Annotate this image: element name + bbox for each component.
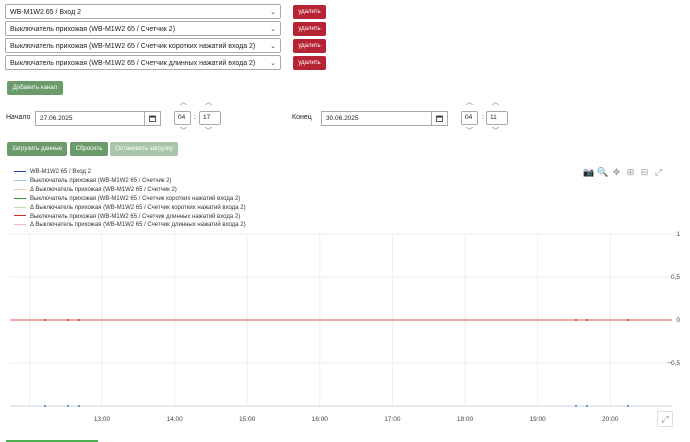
series-point [575, 405, 577, 407]
series-point [627, 405, 629, 407]
series-point [586, 405, 588, 407]
x-tick-label: 17:00 [384, 416, 401, 423]
series-point [78, 319, 80, 321]
series-point [627, 319, 629, 321]
x-tick-label: 19:00 [529, 416, 546, 423]
series-point [586, 319, 588, 321]
series-point [67, 405, 69, 407]
x-tick-label: 18:00 [457, 416, 474, 423]
x-tick-label: 14:00 [166, 416, 183, 423]
series-point [44, 319, 46, 321]
series-point [67, 319, 69, 321]
x-tick-label: 20:00 [602, 416, 619, 423]
chart: 13:00 14:00 15:00 16:00 17:00 18:00 19:00 20:00… [10, 231, 680, 423]
y-tick-label: 1 [676, 231, 680, 238]
x-tick-label: 16:00 [312, 416, 329, 423]
series-point [44, 405, 46, 407]
series-point [575, 319, 577, 321]
x-tick-label: 13:00 [94, 416, 111, 423]
autoscale-corner-icon[interactable]: ⤢ [657, 411, 673, 427]
y-tick-label: −0,5 [667, 360, 680, 367]
x-tick-label: 15:00 [239, 416, 256, 423]
series-point [78, 405, 80, 407]
y-tick-label: 0,5 [671, 274, 680, 281]
y-tick-label: 0 [676, 317, 680, 324]
